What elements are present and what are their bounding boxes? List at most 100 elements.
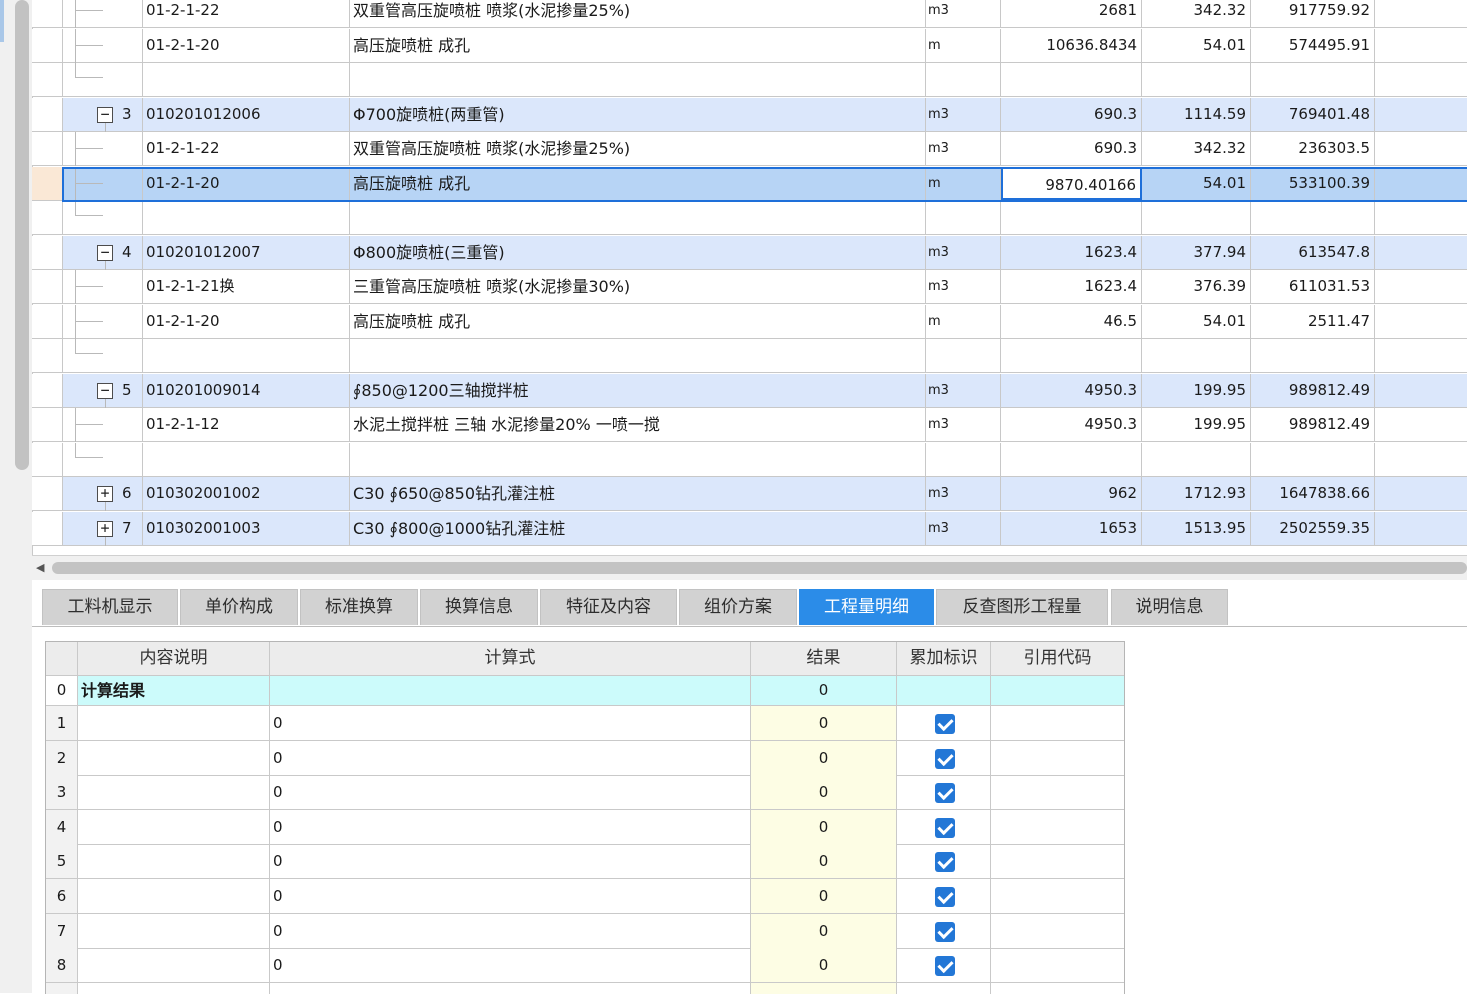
- row-marker[interactable]: [32, 29, 63, 62]
- row-marker[interactable]: [32, 512, 63, 545]
- row-marker[interactable]: [32, 443, 63, 476]
- row-marker[interactable]: [32, 201, 63, 234]
- quota-row[interactable]: 01-2-1-12 水泥土搅拌桩 三轴 水泥掺量20% 一喷一搅 m3 4950.3 1…: [32, 408, 1467, 442]
- row-marker[interactable]: [32, 477, 63, 510]
- desc-cell[interactable]: [78, 948, 270, 982]
- item-unit-price[interactable]: 342.32: [1142, 132, 1251, 165]
- item-unit[interactable]: m: [926, 29, 1001, 62]
- accumulate-cell[interactable]: [897, 676, 991, 705]
- empty-row[interactable]: [32, 443, 1467, 477]
- item-code[interactable]: 010302001003: [143, 512, 350, 545]
- collapse-icon[interactable]: −: [97, 383, 113, 399]
- detail-row[interactable]: 5 00: [46, 844, 1124, 879]
- checkbox-checked-icon[interactable]: [935, 749, 955, 769]
- summary-row[interactable]: 0 计算结果 0: [46, 676, 1124, 706]
- detail-row[interactable]: 8 00: [46, 948, 1124, 983]
- accumulate-cell[interactable]: [897, 914, 991, 948]
- row-marker[interactable]: [32, 98, 63, 131]
- quota-row[interactable]: 01-2-1-21换 三重管高压旋喷桩 喷浆(水泥掺量30%) m3 1623.4 37…: [32, 270, 1467, 304]
- bill-item-row[interactable]: +6 010302001002 C30 ∮650@850钻孔灌注桩 m3 962 1712…: [32, 477, 1467, 511]
- horizontal-scrollbar[interactable]: ◀: [32, 555, 1467, 581]
- item-unit-price[interactable]: 54.01: [1142, 167, 1251, 200]
- item-quantity[interactable]: 46.5: [1001, 305, 1142, 338]
- formula-cell[interactable]: 0: [270, 879, 751, 913]
- tab-9[interactable]: 说明信息: [1111, 589, 1228, 625]
- row-marker[interactable]: [32, 270, 63, 303]
- item-code[interactable]: 010201012006: [143, 98, 350, 131]
- item-unit-price[interactable]: [1142, 201, 1251, 234]
- quota-row[interactable]: 01-2-1-22 双重管高压旋喷桩 喷浆(水泥掺量25%) m3 690.3 342.…: [32, 132, 1467, 166]
- quota-row[interactable]: 01-2-1-22 双重管高压旋喷桩 喷浆(水泥掺量25%) m3 2681 342.3…: [32, 0, 1467, 28]
- item-unit-price[interactable]: 1712.93: [1142, 477, 1251, 510]
- item-unit-price[interactable]: 1114.59: [1142, 98, 1251, 131]
- item-quantity[interactable]: 1653: [1001, 512, 1142, 545]
- quota-row[interactable]: 01-2-1-20 高压旋喷桩 成孔 m 46.5 54.01 2511.47: [32, 305, 1467, 339]
- tab-6[interactable]: 组价方案: [679, 589, 797, 625]
- item-quantity[interactable]: 9870.40166: [1001, 167, 1142, 200]
- item-quantity[interactable]: 4950.3: [1001, 408, 1142, 441]
- desc-cell[interactable]: [78, 810, 270, 844]
- collapse-icon[interactable]: −: [97, 107, 113, 123]
- accumulate-cell[interactable]: [897, 706, 991, 740]
- item-quantity[interactable]: 1623.4: [1001, 270, 1142, 303]
- item-code[interactable]: 01-2-1-22: [143, 132, 350, 165]
- empty-row[interactable]: [32, 339, 1467, 373]
- item-name[interactable]: 双重管高压旋喷桩 喷浆(水泥掺量25%): [350, 132, 926, 165]
- expand-icon[interactable]: +: [97, 521, 113, 537]
- item-unit-price[interactable]: [1142, 443, 1251, 476]
- quota-row[interactable]: 01-2-1-20 高压旋喷桩 成孔 m 9870.40166 54.01 533100.…: [32, 167, 1467, 201]
- accumulate-cell[interactable]: [897, 844, 991, 878]
- formula-cell[interactable]: 0: [270, 914, 751, 948]
- detail-row[interactable]: 2 00: [46, 741, 1124, 776]
- item-unit[interactable]: [926, 63, 1001, 96]
- item-name[interactable]: 高压旋喷桩 成孔: [350, 29, 926, 62]
- item-quantity[interactable]: 690.3: [1001, 98, 1142, 131]
- item-quantity[interactable]: 962: [1001, 477, 1142, 510]
- checkbox-checked-icon[interactable]: [935, 714, 955, 734]
- item-quantity[interactable]: 2681: [1001, 0, 1142, 27]
- item-total[interactable]: 613547.8: [1251, 236, 1375, 269]
- vertical-scrollbar[interactable]: [7, 0, 29, 475]
- extra-column-cell[interactable]: [1375, 408, 1467, 441]
- item-code[interactable]: [143, 443, 350, 476]
- item-name[interactable]: [350, 63, 926, 96]
- empty-row[interactable]: [32, 201, 1467, 235]
- header-accumulate[interactable]: 累加标识: [897, 642, 991, 675]
- item-unit[interactable]: m3: [926, 132, 1001, 165]
- item-name[interactable]: [350, 339, 926, 372]
- item-name[interactable]: ∮850@1200三轴搅拌桩: [350, 374, 926, 407]
- item-code[interactable]: 01-2-1-20: [143, 305, 350, 338]
- item-unit[interactable]: m3: [926, 512, 1001, 545]
- formula-cell[interactable]: 0: [270, 810, 751, 844]
- tab-7[interactable]: 工程量明细: [799, 589, 934, 625]
- item-total[interactable]: 611031.53: [1251, 270, 1375, 303]
- row-marker[interactable]: [32, 339, 63, 372]
- extra-column-cell[interactable]: [1375, 477, 1467, 510]
- item-name[interactable]: C30 ∮650@850钻孔灌注桩: [350, 477, 926, 510]
- item-total[interactable]: [1251, 443, 1375, 476]
- detail-row[interactable]: 3 00: [46, 775, 1124, 810]
- item-unit-price[interactable]: 376.39: [1142, 270, 1251, 303]
- item-code[interactable]: [143, 63, 350, 96]
- item-quantity[interactable]: 10636.8434: [1001, 29, 1142, 62]
- extra-column-cell[interactable]: [1375, 443, 1467, 476]
- tab-4[interactable]: 换算信息: [420, 589, 538, 625]
- item-unit-price[interactable]: 342.32: [1142, 0, 1251, 27]
- scroll-left-arrow-icon[interactable]: ◀: [36, 561, 44, 574]
- ref-code-cell[interactable]: [991, 844, 1124, 878]
- formula-cell[interactable]: 0: [270, 948, 751, 982]
- item-unit[interactable]: [926, 443, 1001, 476]
- bill-item-row[interactable]: −3 010201012006 Φ700旋喷桩(两重管) m3 690.3 1114.59…: [32, 98, 1467, 132]
- tab-1[interactable]: 工料机显示: [42, 589, 178, 625]
- desc-cell[interactable]: [78, 879, 270, 913]
- desc-cell[interactable]: [78, 775, 270, 809]
- ref-code-cell[interactable]: [991, 879, 1124, 913]
- item-total[interactable]: 989812.49: [1251, 374, 1375, 407]
- item-unit[interactable]: [926, 201, 1001, 234]
- item-unit[interactable]: [926, 339, 1001, 372]
- item-total[interactable]: 574495.91: [1251, 29, 1375, 62]
- item-unit-price[interactable]: 199.95: [1142, 374, 1251, 407]
- detail-row[interactable]: 1 00: [46, 706, 1124, 741]
- item-name[interactable]: 高压旋喷桩 成孔: [350, 167, 926, 200]
- item-name[interactable]: 高压旋喷桩 成孔: [350, 305, 926, 338]
